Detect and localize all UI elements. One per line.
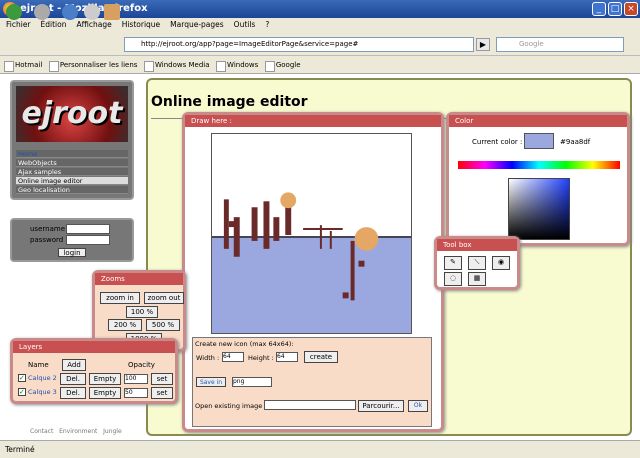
username-input[interactable]: [66, 224, 110, 234]
nav-webobjects[interactable]: WebObjects: [16, 159, 128, 167]
menu-fichier[interactable]: Fichier: [6, 20, 31, 29]
layers-title: Layers: [13, 341, 175, 353]
layer-checkbox[interactable]: ✓: [18, 388, 26, 396]
zoom-500-button[interactable]: 500 %: [146, 319, 180, 331]
menu-bar: Fichier Édition Affichage Historique Marque-…: [0, 18, 640, 32]
menu-historique[interactable]: Historique: [122, 20, 160, 29]
search-input[interactable]: Google: [496, 37, 624, 52]
zoom-200-button[interactable]: 200 %: [108, 319, 142, 331]
stop-icon[interactable]: [84, 4, 100, 20]
current-color-swatch: [524, 133, 554, 149]
menu-edition[interactable]: Édition: [41, 20, 67, 29]
opacity-header: Opacity: [128, 361, 155, 369]
current-color-value: #9aa8df: [560, 138, 591, 146]
delete-layer-button[interactable]: Del.: [60, 373, 86, 385]
password-label: password: [30, 236, 64, 244]
nav-geo-localisation[interactable]: Geo localisation: [16, 186, 128, 194]
bookmark-personnaliser[interactable]: Personnaliser les liens: [48, 56, 137, 74]
nav-ajax-samples[interactable]: Ajax samples: [16, 168, 128, 176]
bookmark-hotmail[interactable]: Hotmail: [4, 56, 42, 74]
drawing-canvas[interactable]: [211, 133, 412, 334]
zoom-in-button[interactable]: zoom in: [100, 292, 140, 304]
menu-affichage[interactable]: Affichage: [76, 20, 111, 29]
save-button[interactable]: Save in: [196, 377, 226, 387]
username-label: username: [30, 225, 65, 233]
bookmark-windows[interactable]: Windows: [216, 56, 258, 74]
login-button[interactable]: login: [58, 248, 86, 257]
layer-checkbox[interactable]: ✓: [18, 374, 26, 382]
toolbox-title: Tool box: [437, 239, 517, 251]
pencil-icon[interactable]: ✎: [444, 256, 462, 270]
bookmarks-bar: Hotmail Personnaliser les liens Windows …: [0, 56, 640, 74]
color-picker-square[interactable]: [508, 178, 570, 240]
create-button[interactable]: create: [304, 351, 338, 363]
layer-name[interactable]: Calque 3: [28, 388, 57, 396]
opacity-input[interactable]: 100: [124, 374, 148, 384]
layer-name[interactable]: Calque 2: [28, 374, 57, 382]
zoom-100-button[interactable]: 100 %: [126, 306, 158, 318]
zooms-title: Zooms: [95, 273, 183, 285]
url-bar[interactable]: http://ejroot.org/app?page=ImageEditorPa…: [124, 37, 474, 52]
add-layer-button[interactable]: Add: [62, 359, 86, 371]
new-icon-label: Create new icon (max 64x64):: [195, 340, 294, 348]
nav-image-editor[interactable]: Online image editor: [16, 177, 128, 185]
footer-links[interactable]: Contact Environment Jungle: [30, 428, 122, 435]
password-input[interactable]: [66, 235, 110, 245]
bookmark-windows-media[interactable]: Windows Media: [144, 56, 210, 74]
minimize-button[interactable]: _: [592, 2, 606, 16]
bookmark-google[interactable]: Google: [264, 56, 301, 74]
site-logo: ejroot: [16, 86, 128, 142]
forward-icon[interactable]: [34, 4, 50, 20]
set-opacity-button[interactable]: set: [151, 373, 173, 385]
empty-layer-button[interactable]: Empty: [89, 387, 121, 399]
empty-layer-button[interactable]: Empty: [89, 373, 121, 385]
ok-button[interactable]: Ok: [408, 400, 428, 412]
file-input[interactable]: [264, 400, 356, 410]
open-image-label: Open existing image: [195, 402, 263, 410]
set-opacity-button[interactable]: set: [151, 387, 173, 399]
reload-icon[interactable]: [62, 4, 78, 20]
maximize-button[interactable]: □: [608, 2, 622, 16]
height-input[interactable]: 64: [276, 352, 298, 362]
select-icon[interactable]: ▦: [468, 272, 486, 286]
go-button[interactable]: ▶: [476, 38, 490, 51]
format-select[interactable]: png: [232, 377, 272, 387]
close-button[interactable]: ×: [624, 2, 638, 16]
fill-icon[interactable]: ◉: [492, 256, 510, 270]
browse-button[interactable]: Parcourir...: [358, 400, 404, 412]
width-input[interactable]: 64: [222, 352, 244, 362]
height-label: Height :: [248, 354, 274, 362]
nav-home[interactable]: Home: [16, 150, 128, 158]
layer-name-header: Name: [28, 361, 49, 369]
draw-panel-title: Draw here :: [185, 115, 441, 127]
zoom-out-button[interactable]: zoom out: [144, 292, 184, 304]
color-panel-title: Color: [449, 115, 627, 127]
current-color-label: Current color :: [472, 138, 523, 146]
back-icon[interactable]: [6, 4, 22, 20]
width-label: Width :: [196, 354, 220, 362]
line-icon[interactable]: ⟍: [468, 256, 486, 270]
page-title: Online image editor: [151, 94, 308, 110]
menu-help[interactable]: ?: [265, 20, 269, 29]
delete-layer-button[interactable]: Del.: [60, 387, 86, 399]
menu-marque-pages[interactable]: Marque-pages: [170, 20, 224, 29]
status-bar: Terminé: [0, 440, 640, 458]
eraser-icon[interactable]: ◌: [444, 272, 462, 286]
opacity-input[interactable]: 50: [124, 388, 148, 398]
home-icon[interactable]: [104, 4, 120, 20]
menu-outils[interactable]: Outils: [234, 20, 256, 29]
hue-slider[interactable]: [458, 161, 620, 169]
